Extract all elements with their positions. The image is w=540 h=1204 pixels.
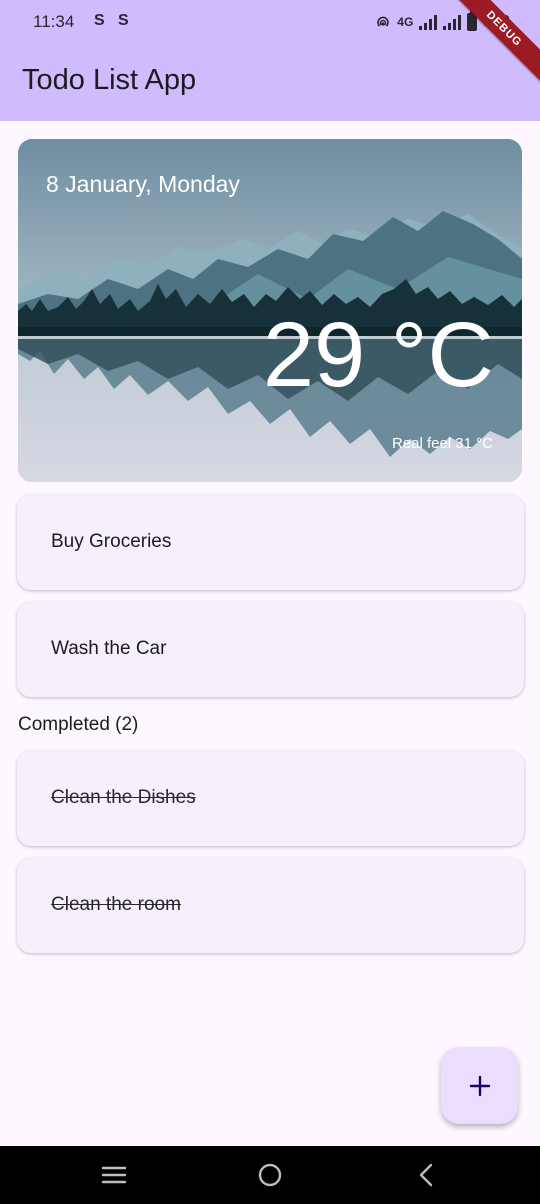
completed-todo-item[interactable]: Clean the room (17, 858, 524, 953)
weather-temperature: 29 °C (262, 304, 494, 406)
completed-todo-item[interactable]: Clean the Dishes (17, 751, 524, 846)
weather-card: 8 January, Monday 29 °C Real feel 31 °C (18, 139, 522, 482)
hotspot-icon (377, 16, 390, 27)
page-title: Todo List App (22, 64, 197, 96)
todo-label: Clean the Dishes (51, 787, 196, 808)
s-app-icon: S (118, 12, 129, 29)
s-app-icon: S (94, 12, 105, 29)
4g-icon: 4G (397, 15, 414, 29)
todo-item[interactable]: Wash the Car (17, 602, 524, 697)
completed-section-label: Completed (2) (18, 714, 139, 735)
signal-icon (443, 14, 462, 30)
home-icon[interactable] (257, 1163, 283, 1187)
todo-item[interactable]: Buy Groceries (17, 495, 524, 590)
app-bar: 11:34 S S 4G 100 DEBUG Todo List App (0, 0, 540, 121)
status-time: 11:34 (33, 12, 75, 31)
signal-icon (419, 14, 438, 30)
weather-date: 8 January, Monday (46, 171, 240, 197)
recent-apps-icon[interactable] (101, 1163, 127, 1187)
status-bar: 11:34 S S 4G 100 (0, 0, 540, 44)
weather-real-feel: Real feel 31 °C (391, 435, 493, 452)
system-nav-bar (0, 1146, 540, 1204)
todo-label: Wash the Car (51, 638, 167, 659)
todo-label: Buy Groceries (51, 531, 172, 552)
back-icon[interactable] (414, 1163, 440, 1187)
todo-label: Clean the room (51, 894, 181, 915)
add-todo-button[interactable] (441, 1047, 518, 1124)
plus-icon (469, 1075, 490, 1096)
